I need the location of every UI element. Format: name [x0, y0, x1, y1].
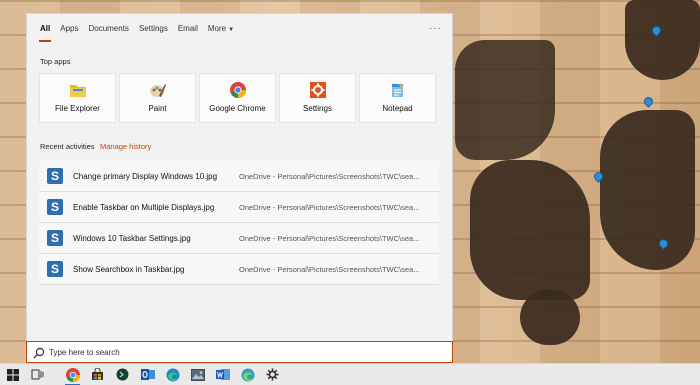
tab-email[interactable]: Email [173, 14, 203, 44]
wallpaper-map-decoration [625, 0, 700, 80]
app-tile-label: Google Chrome [209, 104, 266, 113]
app-tile-notepad[interactable]: Notepad [359, 73, 436, 123]
app-tile-paint[interactable]: Paint [119, 73, 196, 123]
wallpaper-map-decoration [455, 40, 555, 160]
tab-label: All [40, 24, 51, 33]
chevron-down-icon: ▼ [228, 27, 235, 33]
list-item[interactable]: S Windows 10 Taskbar Settings.jpg OneDri… [39, 223, 439, 254]
app-tile-label: Notepad [382, 104, 413, 113]
file-path: OneDrive - Personal\Pictures\Screenshots… [239, 264, 420, 274]
search-panel: All Apps Documents Settings Email More ▼ … [26, 13, 453, 343]
list-item[interactable]: S Change primary Display Windows 10.jpg … [39, 161, 439, 192]
paint-icon [149, 82, 166, 98]
snip-file-icon: S [47, 230, 63, 246]
tab-all[interactable]: All [35, 14, 55, 44]
task-view-icon[interactable] [25, 364, 50, 385]
wallpaper-map-decoration [600, 110, 695, 270]
snip-file-icon: S [47, 168, 63, 184]
file-name: Show Searchbox in Taskbar.jpg [73, 264, 185, 274]
chrome-icon [229, 82, 246, 98]
word-icon[interactable] [210, 364, 235, 385]
app-tile-label: Settings [303, 104, 332, 113]
recent-activities-list: S Change primary Display Windows 10.jpg … [39, 161, 439, 285]
search-filter-tabs: All Apps Documents Settings Email More ▼ [27, 14, 452, 44]
app-tile-settings[interactable]: Settings [279, 73, 356, 123]
search-icon [33, 346, 45, 359]
taskbar-search-box[interactable] [26, 341, 453, 363]
outlook-icon[interactable] [135, 364, 160, 385]
tab-settings[interactable]: Settings [134, 14, 173, 44]
file-path: OneDrive - Personal\Pictures\Screenshots… [239, 202, 420, 212]
tab-label: Settings [138, 24, 168, 33]
app-tile-google-chrome[interactable]: Google Chrome [199, 73, 276, 123]
file-name: Windows 10 Taskbar Settings.jpg [73, 233, 191, 243]
terminal-icon[interactable] [110, 364, 135, 385]
tab-more[interactable]: More ▼ [203, 14, 239, 44]
snip-file-icon: S [47, 261, 63, 277]
file-name: Change primary Display Windows 10.jpg [73, 171, 218, 181]
chrome-icon[interactable] [60, 364, 85, 385]
tab-documents[interactable]: Documents [83, 14, 133, 44]
tab-label: Email [177, 24, 198, 33]
top-apps-heading: Top apps [40, 57, 71, 66]
tab-label: Apps [60, 24, 79, 33]
recent-activities-heading: Recent activities [40, 142, 95, 151]
folder-icon [69, 82, 86, 98]
manage-history-link[interactable]: Manage history [100, 142, 151, 151]
app-tile-label: Paint [148, 104, 167, 113]
list-item[interactable]: S Enable Taskbar on Multiple Displays.jp… [39, 192, 439, 223]
map-pin-icon [642, 95, 655, 108]
wallpaper-map-decoration [470, 160, 590, 300]
top-apps-list: File Explorer Paint Google Chrome Settin… [39, 73, 436, 123]
store-icon[interactable] [85, 364, 110, 385]
settings-icon[interactable] [260, 364, 285, 385]
taskbar [0, 363, 700, 385]
wallpaper-map-decoration [520, 290, 580, 345]
file-path: OneDrive - Personal\Pictures\Screenshots… [239, 233, 420, 243]
tab-label: Documents [88, 24, 129, 33]
search-input[interactable] [49, 347, 429, 357]
windows-start-icon[interactable] [0, 364, 25, 385]
more-options-button[interactable]: ··· [429, 23, 442, 34]
snip-file-icon: S [47, 199, 63, 215]
app-tile-label: File Explorer [55, 104, 100, 113]
file-path: OneDrive - Personal\Pictures\Screenshots… [239, 171, 420, 181]
notepad-icon [390, 82, 406, 98]
file-name: Enable Taskbar on Multiple Displays.jpg [73, 202, 215, 212]
edge-icon[interactable] [160, 364, 185, 385]
edge-beta-icon[interactable] [235, 364, 260, 385]
app-tile-file-explorer[interactable]: File Explorer [39, 73, 116, 123]
list-item[interactable]: S Show Searchbox in Taskbar.jpg OneDrive… [39, 254, 439, 285]
tab-label: More [207, 24, 227, 33]
tab-apps[interactable]: Apps [55, 14, 83, 44]
gear-icon [309, 82, 326, 98]
photos-icon[interactable] [185, 364, 210, 385]
